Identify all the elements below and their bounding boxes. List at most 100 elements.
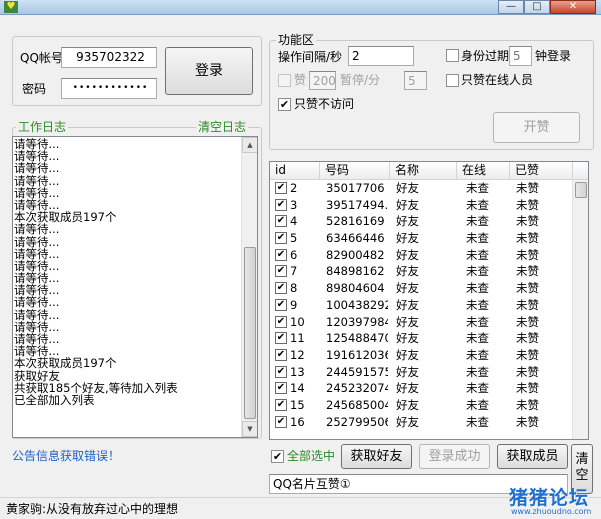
log-lines: 请等待... 请等待... 请等待... 请等待... 请等待... 请等待... 本次获取…	[13, 138, 241, 406]
clear-log-link[interactable]: 清空日志	[196, 119, 249, 135]
table-row[interactable]: ✔ 9 100438292 好友 未查 未赞	[270, 297, 573, 314]
cell-qq: 39517494...	[326, 197, 388, 212]
cell-qq: 35017706	[326, 181, 385, 195]
cell-qq: 191612036	[326, 347, 388, 362]
table-row[interactable]: ✔ 16 252799506 好友 未查 未赞	[270, 414, 573, 431]
row-checkbox[interactable]: ✔	[275, 198, 287, 211]
cell-name: 好友	[396, 397, 419, 412]
maximize-button[interactable]: □	[524, 0, 550, 14]
app-icon: ♥	[4, 1, 18, 13]
column-header-name[interactable]: 名称	[390, 162, 457, 179]
row-checkbox[interactable]: ✔	[275, 232, 287, 245]
login-button[interactable]: 登录	[165, 47, 253, 95]
row-checkbox[interactable]: ✔	[275, 182, 287, 194]
cell-id: 4	[290, 214, 298, 229]
table-row[interactable]: ✔ 12 191612036 好友 未查 未赞	[270, 347, 573, 364]
table-row[interactable]: ✔ 2 35017706 好友 未查 未赞	[270, 180, 573, 197]
log-scroll-thumb[interactable]	[244, 247, 256, 419]
check-icon: ✔	[276, 332, 286, 344]
start-like-button[interactable]: 开赞	[493, 112, 580, 143]
column-header-id[interactable]: id	[270, 162, 320, 179]
row-checkbox[interactable]: ✔	[275, 265, 287, 278]
check-icon: ✔	[276, 382, 286, 394]
row-checkbox[interactable]: ✔	[275, 332, 287, 345]
cell-id: 15	[290, 397, 305, 412]
cell-online: 未查	[466, 247, 489, 262]
cell-liked: 未赞	[516, 231, 539, 246]
login-success-button[interactable]: 登录成功	[419, 444, 490, 469]
grid-scrollbar[interactable]	[572, 180, 588, 439]
log-scroll-down-icon[interactable]: ▼	[242, 421, 257, 437]
online-only-checkbox[interactable]	[446, 74, 459, 87]
table-row[interactable]: ✔ 4 52816169 好友 未查 未赞	[270, 213, 573, 230]
log-line: 本次获取成员197个	[14, 356, 117, 371]
row-checkbox[interactable]: ✔	[275, 398, 287, 411]
cell-id: 16	[290, 414, 305, 429]
get-members-button[interactable]: 获取成员	[497, 444, 568, 469]
expire-minutes-input[interactable]: 5	[509, 46, 532, 66]
cell-name: 好友	[396, 314, 419, 329]
maximize-icon: □	[532, 1, 542, 12]
row-checkbox[interactable]: ✔	[275, 298, 287, 311]
watermark-url: www.zhuoudno.com	[511, 507, 592, 516]
cell-liked: 未赞	[516, 214, 539, 229]
cell-liked: 未赞	[516, 197, 539, 212]
column-header-online[interactable]: 在线	[457, 162, 510, 179]
table-row[interactable]: ✔ 8 89804604 好友 未查 未赞	[270, 280, 573, 297]
log-line: 请等待...	[14, 161, 60, 176]
get-friends-button[interactable]: 获取好友	[341, 444, 412, 469]
interval-input[interactable]: 2	[348, 46, 414, 66]
cell-id: 2	[290, 181, 298, 195]
table-row[interactable]: ✔ 6 82900482 好友 未查 未赞	[270, 247, 573, 264]
table-row[interactable]: ✔ 10 120397984 好友 未查 未赞	[270, 314, 573, 331]
password-input[interactable]: ••••••••••••	[61, 78, 157, 99]
close-button[interactable]: ✕	[550, 0, 596, 14]
expire-checkbox[interactable]	[446, 49, 459, 62]
table-row[interactable]: ✔ 5 63466446 好友 未查 未赞	[270, 230, 573, 247]
row-checkbox[interactable]: ✔	[275, 315, 287, 328]
like-count-input[interactable]: 200	[309, 71, 336, 90]
log-text-area[interactable]: 请等待... 请等待... 请等待... 请等待... 请等待... 请等待... 本次获取…	[12, 136, 258, 438]
cell-name: 好友	[396, 281, 419, 296]
check-icon: ✔	[276, 298, 286, 310]
table-row[interactable]: ✔ 7 84898162 好友 未查 未赞	[270, 263, 573, 280]
cell-name: 好友	[396, 381, 419, 396]
qq-number-input[interactable]: 935702322	[61, 47, 157, 68]
watermark: 猪猪论坛 www.zhuoudno.com	[505, 483, 601, 519]
row-checkbox[interactable]: ✔	[275, 215, 287, 228]
column-header-liked[interactable]: 已赞	[510, 162, 573, 179]
cell-online: 未查	[466, 381, 489, 396]
cell-id: 11	[290, 331, 305, 346]
table-row[interactable]: ✔ 3 39517494... 好友 未查 未赞	[270, 197, 573, 214]
cell-name: 好友	[396, 264, 419, 279]
log-scrollbar[interactable]: ▲ ▼	[241, 137, 257, 437]
password-label: 密码	[22, 82, 47, 96]
log-scroll-up-icon[interactable]: ▲	[242, 137, 257, 153]
friend-grid[interactable]: id 号码 名称 在线 已赞 ✔ 2 35017706 好友 未查 未赞 ✔ 3 3951749…	[269, 161, 589, 440]
row-checkbox[interactable]: ✔	[275, 365, 287, 378]
cell-id: 12	[290, 347, 305, 362]
pause-input[interactable]: 5	[404, 71, 427, 90]
cell-name: 好友	[396, 181, 419, 195]
table-row[interactable]: ✔ 14 245232074 好友 未查 未赞	[270, 380, 573, 397]
cell-liked: 未赞	[516, 297, 539, 312]
cell-qq: 244591575	[326, 364, 388, 379]
no-visit-checkbox[interactable]: ✔	[278, 98, 291, 111]
table-row[interactable]: ✔ 15 245685004 好友 未查 未赞	[270, 397, 573, 414]
minimize-button[interactable]: —	[498, 0, 524, 14]
grid-scroll-thumb[interactable]	[575, 182, 587, 198]
row-checkbox[interactable]: ✔	[275, 415, 287, 428]
row-checkbox[interactable]: ✔	[275, 382, 287, 395]
row-checkbox[interactable]: ✔	[275, 348, 287, 361]
table-row[interactable]: ✔ 11 125488470 好友 未查 未赞	[270, 330, 573, 347]
online-only-label: 只赞在线人员	[461, 73, 534, 87]
like-count-checkbox[interactable]	[278, 74, 291, 87]
like-count-label: 赞	[294, 73, 307, 87]
table-row[interactable]: ✔ 13 244591575 好友 未查 未赞	[270, 364, 573, 381]
row-checkbox[interactable]: ✔	[275, 248, 287, 261]
watermark-logo-text: 猪猪论坛	[509, 487, 590, 509]
select-all-checkbox[interactable]: ✔	[271, 450, 284, 463]
column-header-number[interactable]: 号码	[320, 162, 390, 179]
row-checkbox[interactable]: ✔	[275, 282, 287, 295]
log-line: 已全部加入列表	[14, 392, 95, 407]
